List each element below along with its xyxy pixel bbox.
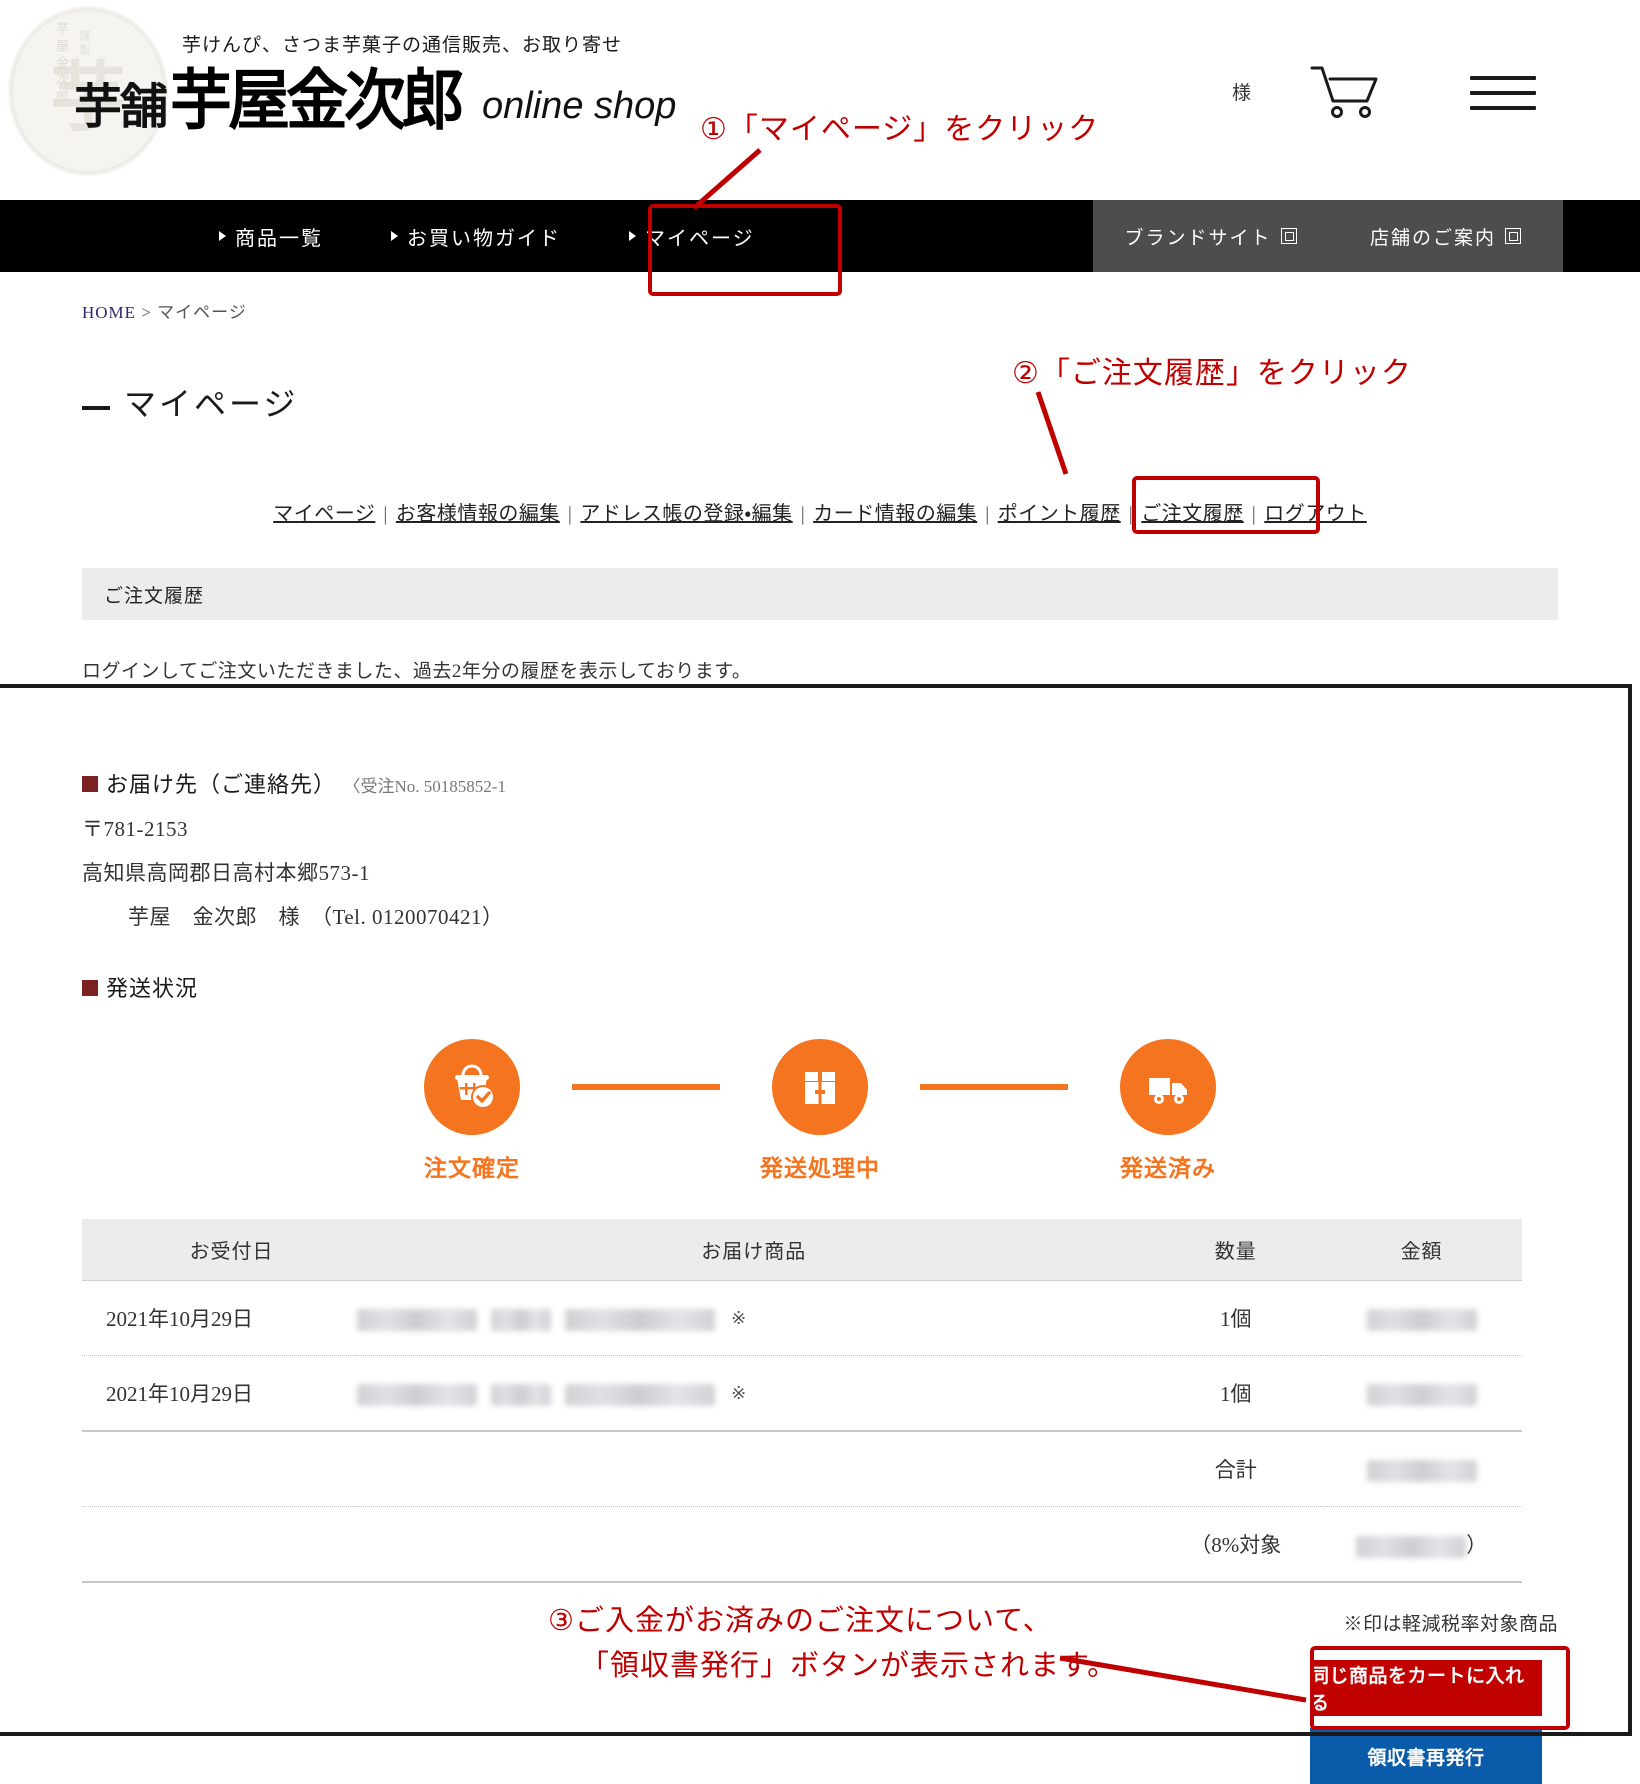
- leader-line-1: [692, 148, 762, 210]
- leader-line-3: [1059, 1655, 1307, 1703]
- annotation-leader-lines: [692, 148, 1307, 1703]
- page-root: 芋 芋屋金次郎 謹製 芋けんぴ、さつま芋菓子の通信販売、お取り寄せ 芋舗 芋屋金…: [0, 0, 1640, 1784]
- leader-line-2: [1035, 391, 1069, 475]
